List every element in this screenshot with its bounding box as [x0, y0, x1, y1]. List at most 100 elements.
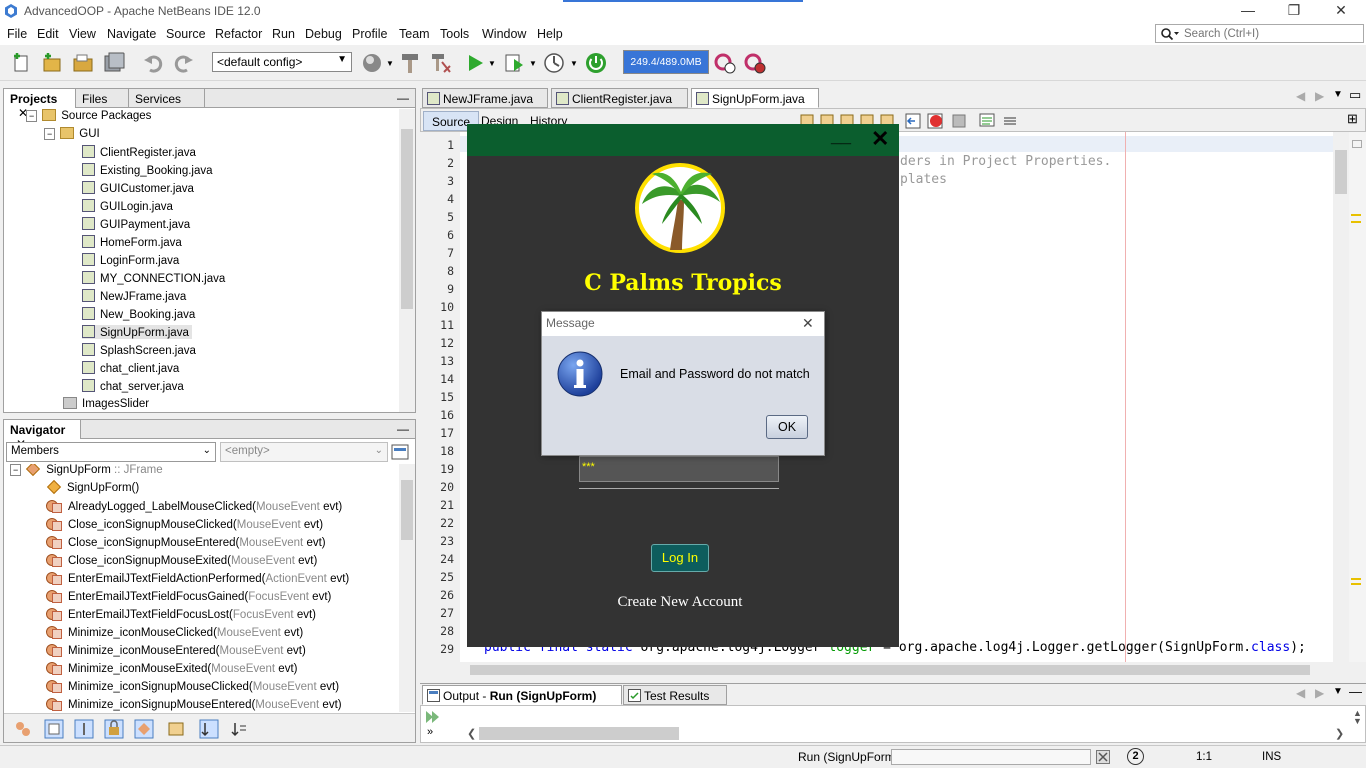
menu-profile[interactable]: Profile — [352, 27, 387, 41]
editor-tab[interactable]: ClientRegister.java ✕ — [551, 88, 688, 120]
debug-dropdown-icon[interactable]: ▼ — [529, 59, 537, 68]
tree-package-gui[interactable]: − GUI — [44, 127, 100, 140]
undo-icon[interactable] — [142, 52, 164, 74]
profile-dropdown-icon[interactable]: ▼ — [570, 59, 578, 68]
tab-output[interactable]: Output - Run (SignUpForm) ✕ — [422, 685, 622, 717]
tab-scroll-left-icon[interactable]: ◀ — [1296, 89, 1305, 103]
sort-members-icon[interactable] — [134, 719, 154, 739]
profile-project-icon[interactable] — [543, 52, 565, 74]
tab-projects[interactable]: Projects ✕ — [4, 89, 76, 120]
minimize-panel-icon[interactable]: — — [397, 91, 409, 105]
rerun-icon[interactable] — [424, 709, 440, 725]
globe-dropdown-icon[interactable]: ▼ — [386, 59, 394, 68]
member-item[interactable]: EnterEmailJTextFieldFocusGained(FocusEve… — [46, 590, 331, 603]
shift-left-icon[interactable] — [905, 113, 921, 129]
menu-team[interactable]: Team — [399, 27, 430, 41]
show-non-public-icon[interactable] — [104, 719, 124, 739]
sort-positional-icon[interactable] — [230, 720, 248, 738]
tree-file[interactable]: Existing_Booking.java — [82, 163, 213, 177]
output-h-scroll-thumb[interactable] — [479, 727, 679, 740]
tree-file[interactable]: HomeForm.java — [82, 235, 182, 249]
comment-icon[interactable] — [979, 112, 995, 128]
editor-tab-active[interactable]: SignUpForm.java ✕ — [691, 88, 819, 120]
split-editor-icon[interactable]: ⊞ — [1347, 111, 1358, 127]
scroll-left-icon[interactable]: ❮ — [467, 727, 476, 740]
open-project-icon[interactable] — [72, 52, 94, 74]
menu-file[interactable]: File — [7, 27, 27, 41]
tree-file[interactable]: GUICustomer.java — [82, 181, 194, 195]
member-item[interactable]: Minimize_iconMouseEntered(MouseEvent evt… — [46, 644, 306, 657]
menu-debug[interactable]: Debug — [305, 27, 342, 41]
menu-window[interactable]: Window — [482, 27, 526, 41]
member-item[interactable]: Close_iconSignupMouseClicked(MouseEvent … — [46, 518, 323, 531]
member-root[interactable]: − SignUpForm :: JFrame — [10, 464, 163, 477]
show-fields-icon[interactable] — [44, 719, 64, 739]
scroll-thumb[interactable] — [1335, 150, 1347, 194]
more-actions-icon[interactable]: » — [427, 726, 433, 738]
menu-navigate[interactable]: Navigate — [107, 27, 156, 41]
member-item[interactable]: Minimize_iconSignupMouseClicked(MouseEve… — [46, 680, 339, 693]
member-item[interactable]: EnterEmailJTextFieldFocusLost(FocusEvent… — [46, 608, 316, 621]
debug-project-icon[interactable] — [503, 52, 525, 74]
member-constructor[interactable]: SignUpForm() — [46, 479, 139, 495]
task-progress-bar[interactable] — [891, 749, 1091, 765]
uncomment-icon[interactable] — [1002, 112, 1018, 128]
output-console[interactable]: » ❮ ❯ ▲ ▼ — [420, 705, 1366, 743]
member-item[interactable]: Minimize_iconSignupMouseEntered(MouseEve… — [46, 698, 342, 711]
tab-navigator[interactable]: Navigator ✕ — [4, 420, 81, 451]
start-macro-icon[interactable] — [928, 113, 944, 129]
tree-file[interactable]: chat_client.java — [82, 361, 179, 375]
member-item[interactable]: Minimize_iconMouseClicked(MouseEvent evt… — [46, 626, 303, 639]
maximize-editor-icon[interactable]: ▭ — [1349, 87, 1361, 103]
tree-file[interactable]: MY_CONNECTION.java — [82, 271, 225, 285]
menu-run[interactable]: Run — [272, 27, 295, 41]
tree-file[interactable]: SplashScreen.java — [82, 343, 196, 357]
close-window-button[interactable]: ✕ — [1318, 2, 1364, 22]
tree-file[interactable]: ClientRegister.java — [82, 145, 196, 159]
tree-source-packages[interactable]: − Source Packages — [26, 109, 151, 122]
scroll-thumb[interactable] — [401, 480, 413, 540]
notifications-badge[interactable]: 2 — [1127, 748, 1144, 765]
navigator-options-icon[interactable] — [391, 443, 409, 461]
editor-tab[interactable]: NewJFrame.java ✕ — [422, 88, 548, 120]
tree-file[interactable]: GUILogin.java — [82, 199, 173, 213]
tab-list-dropdown-icon[interactable]: ▼ — [1333, 89, 1343, 100]
browser-globe-icon[interactable] — [361, 52, 383, 74]
signup-minimize-icon[interactable]: __ — [831, 126, 851, 147]
tree-file[interactable]: chat_server.java — [82, 379, 184, 393]
projects-scrollbar[interactable] — [399, 109, 415, 412]
minimize-output-icon[interactable]: — — [1349, 684, 1362, 699]
new-file-icon[interactable] — [10, 52, 32, 74]
cancel-task-icon[interactable] — [1096, 750, 1110, 764]
run-project-icon[interactable] — [464, 52, 486, 74]
profile-snapshot-icon[interactable] — [714, 52, 736, 74]
editor-scrollbar[interactable] — [1333, 132, 1349, 662]
minimize-panel-icon[interactable]: — — [397, 422, 409, 436]
sort-az-icon[interactable] — [199, 719, 219, 739]
apply-code-changes-icon[interactable] — [585, 52, 607, 74]
build-hammer-icon[interactable] — [399, 52, 421, 74]
create-account-link[interactable]: Create New Account — [467, 594, 893, 611]
editor-h-scrollbar[interactable] — [460, 662, 1333, 678]
navigator-scrollbar[interactable] — [399, 464, 415, 712]
inherited-members-icon[interactable] — [14, 720, 32, 738]
show-static-icon[interactable] — [74, 719, 94, 739]
sort-by-source-icon[interactable] — [167, 720, 185, 738]
member-item[interactable]: EnterEmailJTextFieldActionPerformed(Acti… — [46, 572, 349, 585]
scroll-down-icon[interactable]: ▼ — [1353, 716, 1362, 726]
tab-scroll-right-icon[interactable]: ▶ — [1315, 89, 1324, 103]
tab-files[interactable]: Files — [76, 89, 129, 108]
clean-build-icon[interactable] — [430, 52, 452, 74]
redo-icon[interactable] — [173, 52, 195, 74]
tree-package[interactable]: ImagesSlider — [63, 397, 149, 410]
tree-file[interactable]: GUIPayment.java — [82, 217, 190, 231]
member-item[interactable]: AlreadyLogged_LabelMouseClicked(MouseEve… — [46, 500, 342, 513]
minimize-window-button[interactable]: — — [1225, 2, 1271, 22]
menu-source[interactable]: Source — [166, 27, 206, 41]
search-input[interactable] — [1184, 26, 1359, 41]
tree-file[interactable]: New_Booking.java — [82, 307, 195, 321]
tree-file[interactable]: NewJFrame.java — [82, 289, 186, 303]
tab-scroll-left-icon[interactable]: ◀ — [1296, 686, 1305, 700]
member-item[interactable]: Close_iconSignupMouseEntered(MouseEvent … — [46, 536, 326, 549]
tree-file[interactable]: LoginForm.java — [82, 253, 179, 267]
